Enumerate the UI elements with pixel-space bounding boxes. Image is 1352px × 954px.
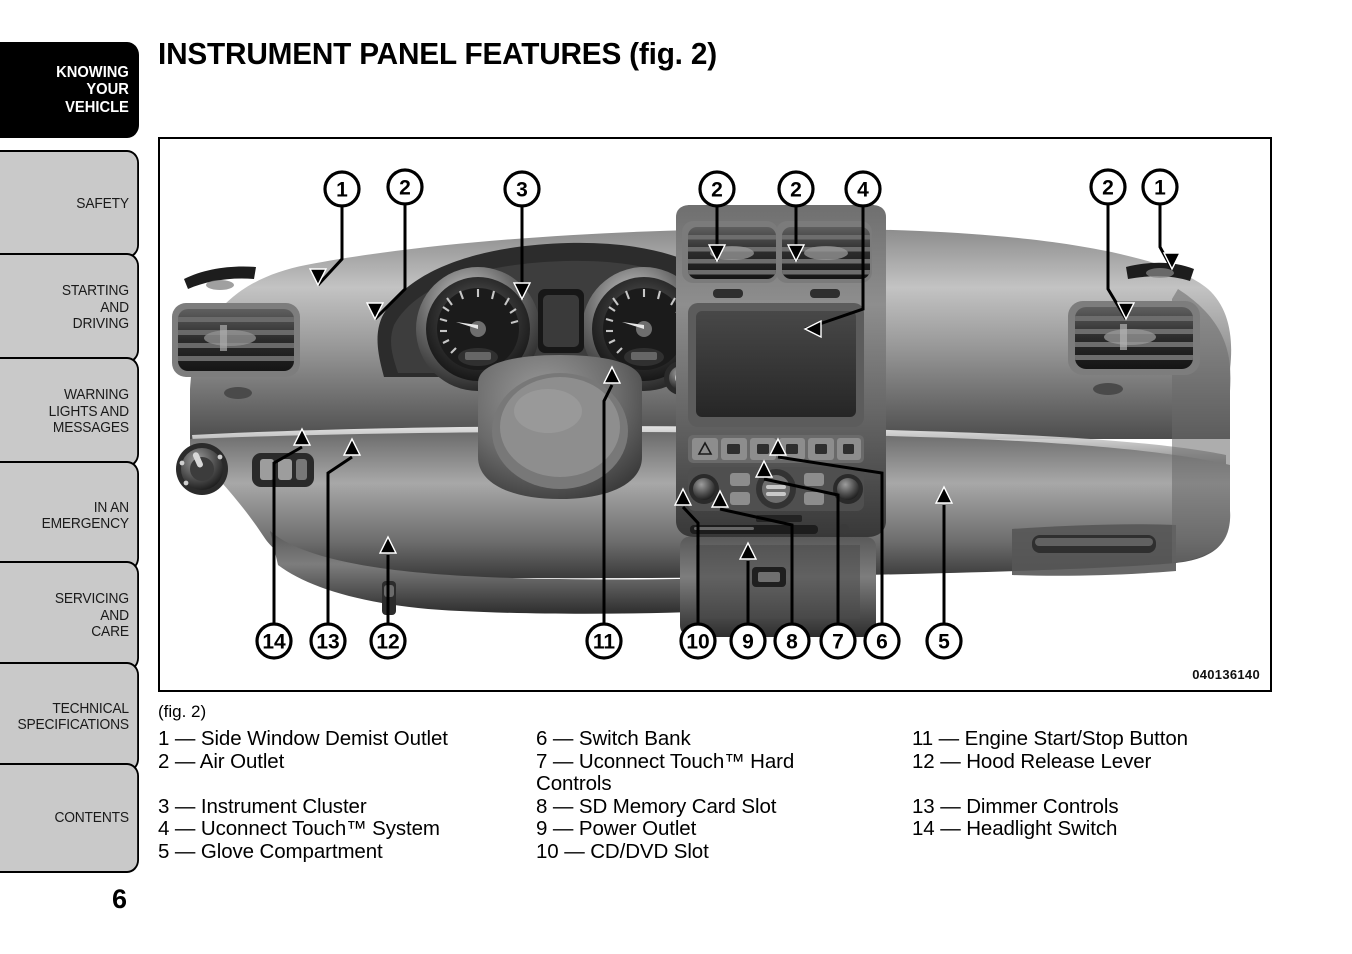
svg-text:3: 3 [516, 179, 528, 202]
sidebar-tab-label: DRIVING [72, 315, 129, 333]
callout-marker-2-top-3: 2 [698, 170, 736, 208]
svg-text:1: 1 [336, 179, 348, 202]
sidebar-tab-technical-specifications[interactable]: TECHNICAL SPECIFICATIONS [0, 662, 139, 772]
sidebar-tab-label: CARE [91, 623, 129, 641]
svg-text:2: 2 [1102, 177, 1114, 200]
sidebar-tab-label: SPECIFICATIONS [17, 716, 129, 733]
sidebar-tab-label: WARNING [63, 386, 129, 404]
svg-text:4: 4 [857, 179, 869, 202]
svg-text:12: 12 [376, 631, 399, 654]
svg-text:14: 14 [262, 631, 286, 654]
page-number: 6 [112, 884, 128, 914]
sidebar-tab-safety[interactable]: SAFETY [0, 150, 139, 258]
callout-marker-2-top-4: 2 [777, 170, 815, 208]
legend-column-2: 6 — Switch Bank 7 — Uconnect Touch™ Hard C… [536, 727, 912, 863]
sidebar-tab-label: CONTENTS [54, 808, 129, 826]
legend-column-3: 11 — Engine Start/Stop Button 12 — Hood R… [912, 727, 1292, 863]
svg-text:1: 1 [1154, 177, 1166, 200]
callout-marker-12-bottom-2: 12 [369, 622, 407, 660]
svg-text:8: 8 [786, 631, 798, 654]
figure-legend: 1 — Side Window Demist Outlet 2 — Air Out… [158, 727, 1352, 863]
callout-marker-3-top-2: 3 [503, 170, 541, 208]
svg-text:2: 2 [711, 179, 723, 202]
figure-caption: (fig. 2) [158, 702, 207, 721]
sidebar-tab-label: SERVICING [54, 590, 129, 608]
legend-spacer [912, 773, 1292, 796]
figure-reference-code: 040136140 [1192, 667, 1260, 682]
center-stack [676, 205, 886, 537]
floor-console [680, 537, 876, 637]
legend-item: 2 — Air Outlet [158, 749, 285, 773]
sidebar-tab-warning-lights-and-messages[interactable]: WARNING LIGHTS AND MESSAGES [0, 357, 139, 467]
sidebar-tab-contents[interactable]: CONTENTS [0, 763, 139, 873]
legend-item: 11 — Engine Start/Stop Button [912, 727, 1188, 750]
legend-item: 12 — Hood Release Lever [912, 749, 1152, 773]
legend-item: Controls [536, 772, 612, 795]
svg-text:13: 13 [316, 631, 339, 654]
sidebar-tab-label: STARTING [61, 282, 129, 300]
callout-marker-10-bottom-4: 10 [679, 622, 717, 660]
sidebar-tab-label: EMERGENCY [41, 515, 129, 532]
callout-marker-11-bottom-3: 11 [585, 622, 623, 660]
callout-marker-1-top-7: 1 [1141, 168, 1179, 206]
callout-marker-7-bottom-7: 7 [819, 622, 857, 660]
page-content: INSTRUMENT PANEL FEATURES (fig. 2) 1 2 3… [158, 0, 1352, 954]
callout-marker-2-top-6: 2 [1089, 168, 1127, 206]
legend-item: 8 — SD Memory Card Slot [536, 794, 777, 818]
callout-leader [1158, 204, 1182, 271]
svg-text:11: 11 [593, 631, 616, 654]
callout-marker-9-bottom-5: 9 [729, 622, 767, 660]
callout-marker-5-bottom-9: 5 [925, 622, 963, 660]
callout-marker-13-bottom-1: 13 [309, 622, 347, 660]
sidebar-tab-label: LIGHTS AND [48, 402, 129, 420]
svg-text:2: 2 [790, 179, 802, 202]
svg-text:9: 9 [742, 631, 754, 654]
sidebar-tab-label: AND [100, 298, 129, 316]
sidebar-tab-label: IN AN [93, 498, 129, 516]
instrument-panel-figure: 1 2 3 2 2 4 2 1 14 13 12 11 10 9 8 7 6 5 040136140 [158, 137, 1272, 692]
sidebar-tab-servicing-and-care[interactable]: SERVICING AND CARE [0, 561, 139, 671]
sidebar-tab-label: VEHICLE [65, 98, 129, 116]
callout-marker-2-top-1: 2 [386, 168, 424, 206]
legend-item: 4 — Uconnect Touch™ System [158, 817, 440, 840]
legend-item: 7 — Uconnect Touch™ Hard [536, 749, 795, 773]
svg-text:10: 10 [686, 631, 709, 654]
svg-text:7: 7 [832, 631, 844, 654]
legend-item: 14 — Headlight Switch [912, 817, 1118, 840]
sidebar-tab-label: KNOWING [56, 63, 129, 81]
legend-item: 10 — CD/DVD Slot [536, 839, 709, 863]
legend-item: 9 — Power Outlet [536, 817, 697, 840]
legend-item: 13 — Dimmer Controls [912, 794, 1119, 818]
svg-text:6: 6 [876, 631, 888, 654]
legend-column-1: 1 — Side Window Demist Outlet 2 — Air Out… [158, 727, 536, 863]
sidebar-tab-knowing-your-vehicle[interactable]: KNOWING YOUR VEHICLE [0, 42, 139, 138]
callout-marker-14-bottom-0: 14 [255, 622, 293, 660]
sidebar-tab-label: TECHNICAL [52, 699, 129, 717]
dashboard-illustration: 1 2 3 2 2 4 2 114 13 12 11 10 9 8 7 6 5 [172, 168, 1232, 660]
svg-text:2: 2 [399, 177, 411, 200]
sidebar-tab-label: AND [100, 606, 129, 624]
legend-item: 6 — Switch Bank [536, 727, 691, 750]
sidebar-tab-label: YOUR [86, 81, 129, 99]
legend-item: 1 — Side Window Demist Outlet [158, 727, 448, 750]
sidebar-tab-in-an-emergency[interactable]: IN AN EMERGENCY [0, 461, 139, 571]
sidebar-tab-starting-and-driving[interactable]: STARTING AND DRIVING [0, 253, 139, 363]
legend-item: 3 — Instrument Cluster [158, 794, 367, 818]
callout-marker-1-top-0: 1 [323, 170, 361, 208]
sidebar-tab-label: SAFETY [76, 194, 129, 212]
legend-spacer [158, 773, 536, 796]
legend-item: 5 — Glove Compartment [158, 839, 383, 863]
callout-marker-8-bottom-6: 8 [773, 622, 811, 660]
headlight-switch [176, 443, 228, 495]
callout-marker-6-bottom-8: 6 [863, 622, 901, 660]
sidebar-tab-label: MESSAGES [52, 419, 129, 437]
callout-marker-4-top-5: 4 [844, 170, 882, 208]
page-title: INSTRUMENT PANEL FEATURES (fig. 2) [158, 36, 717, 71]
section-tabs-sidebar: KNOWING YOUR VEHICLE SAFETY STARTING AND DRIVI… [0, 0, 139, 954]
svg-text:5: 5 [938, 631, 950, 654]
